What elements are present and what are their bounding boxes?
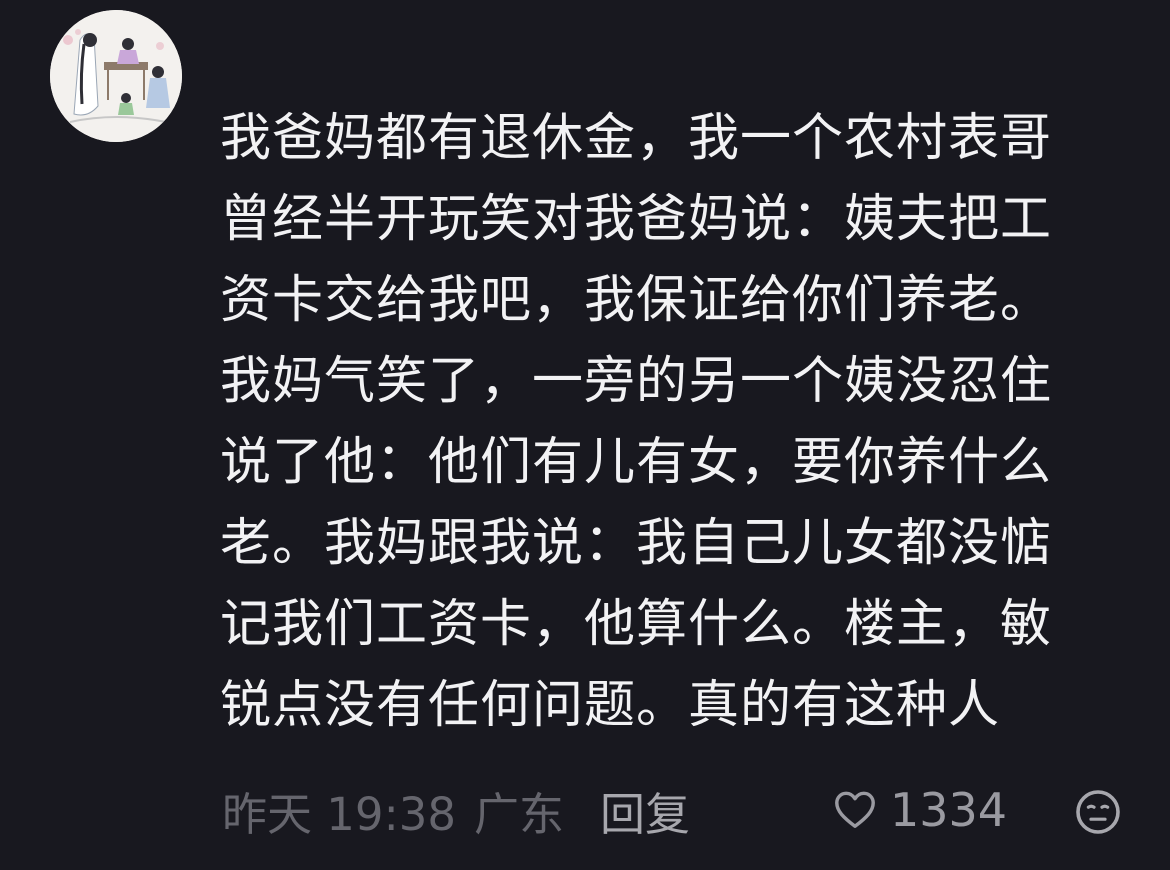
like-button[interactable]: 1334 xyxy=(832,778,1007,842)
avatar[interactable] xyxy=(50,10,182,142)
neutral-face-icon xyxy=(1076,790,1120,834)
heart-outline-icon xyxy=(835,791,875,829)
comment-text: 我爸妈都有退休金，我一个农村表哥 曾经半开玩笑对我爸妈说：姨夫把工 资卡交给我吧… xyxy=(220,109,1053,735)
emoji-reaction-button[interactable] xyxy=(1074,788,1122,836)
comment-meta: 昨天 19:38 广东 回复 xyxy=(222,778,690,842)
avatar-illustration xyxy=(50,10,182,142)
reply-button[interactable]: 回复 xyxy=(600,778,690,843)
like-count: 1334 xyxy=(890,783,1008,837)
comment-item: 我爸妈都有退休金，我一个农村表哥 曾经半开玩笑对我爸妈说：姨夫把工 资卡交给我吧… xyxy=(0,0,1170,870)
comment-location: 广东 xyxy=(474,787,565,841)
comment-time: 昨天 19:38 xyxy=(222,787,456,841)
